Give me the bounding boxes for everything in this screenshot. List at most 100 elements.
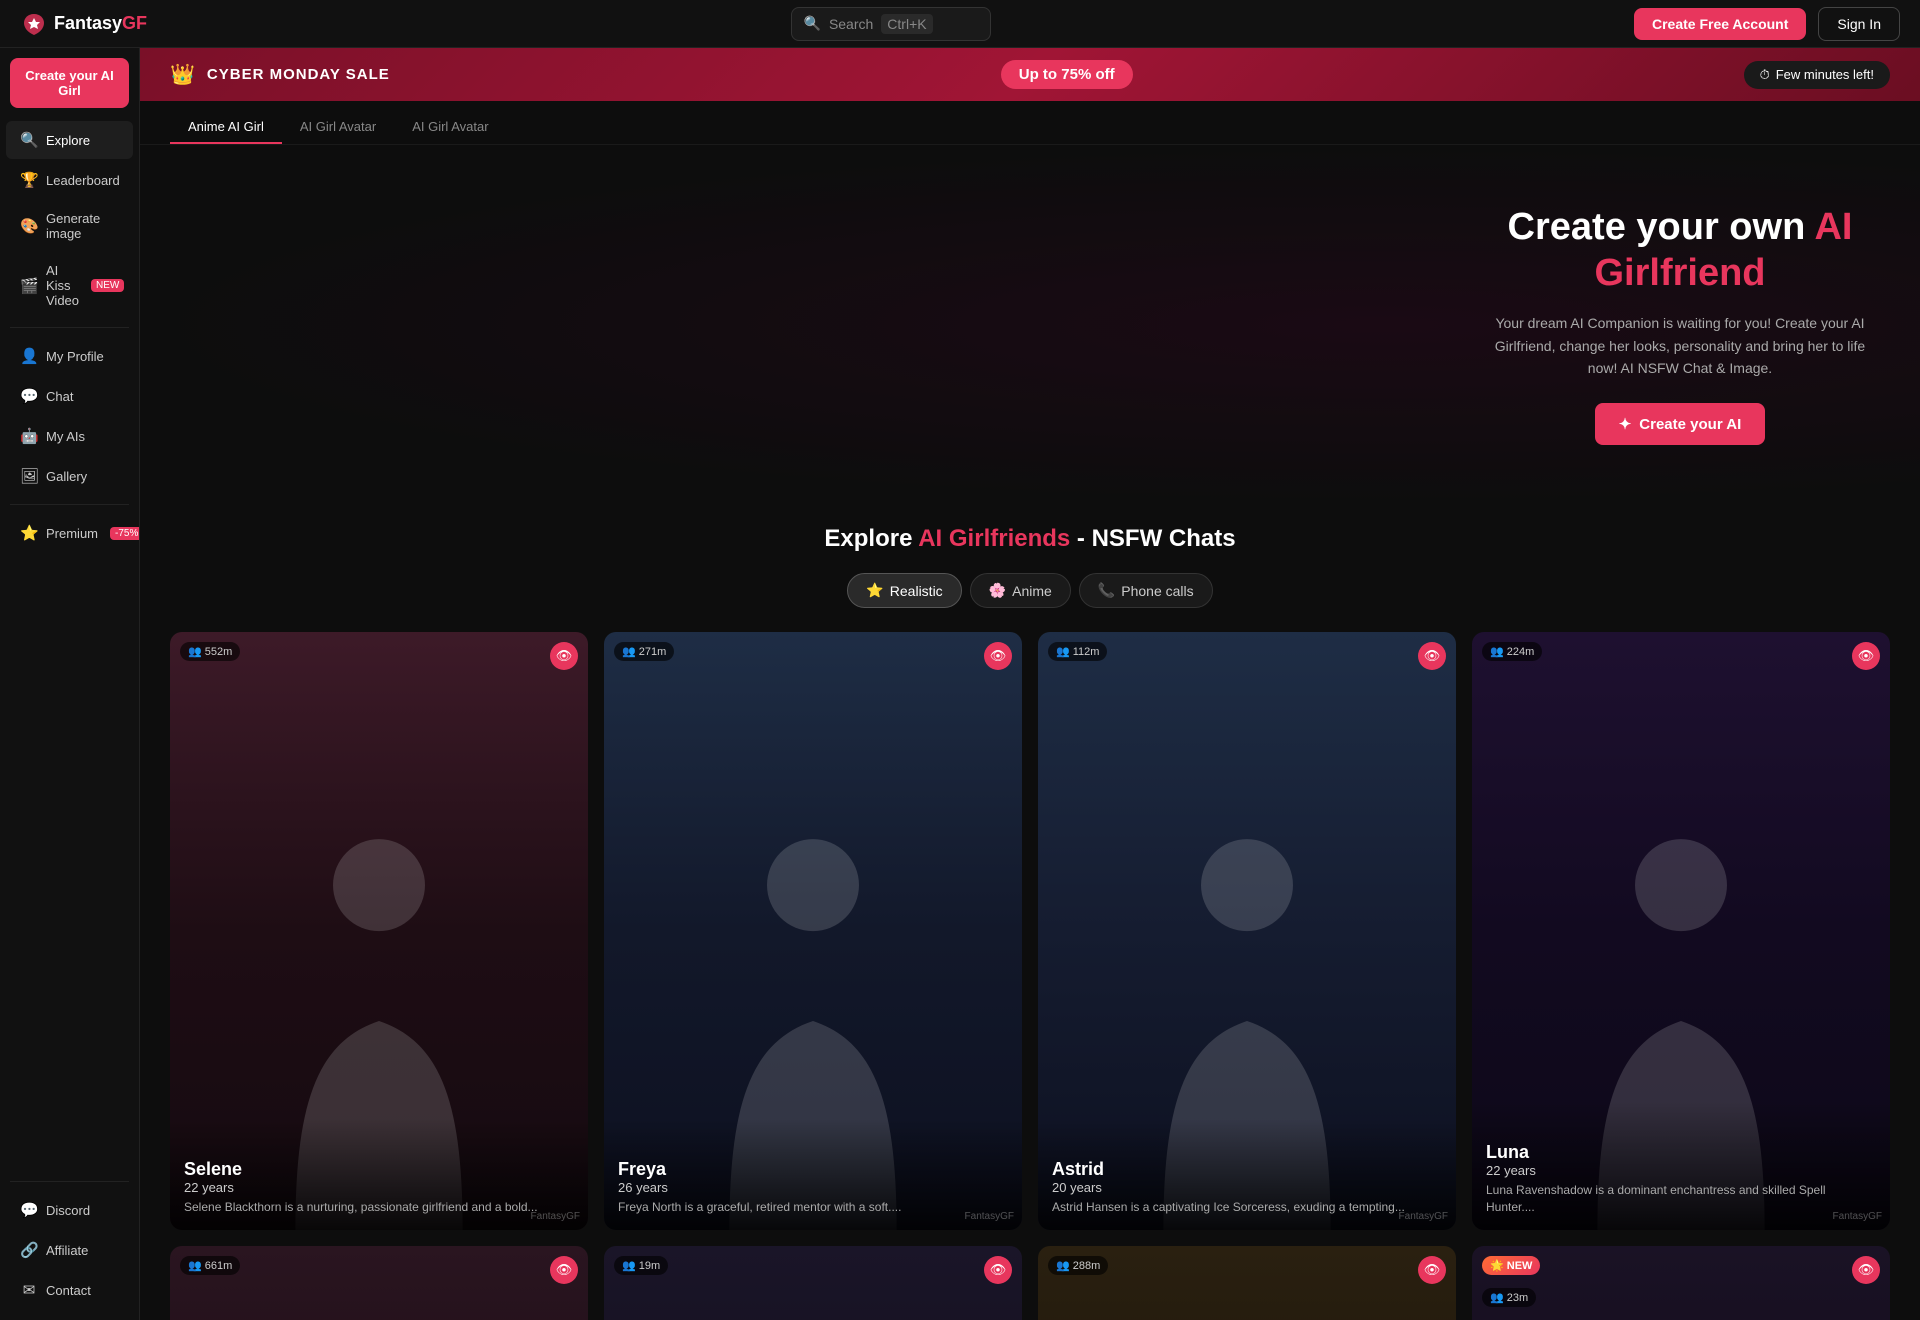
explore-icon: 🔍 [20, 131, 38, 149]
card-nyra[interactable]: 👥 19m 👁 Nyra 21 years FantasyGF [604, 1246, 1022, 1320]
sidebar-item-explore[interactable]: 🔍 Explore [6, 121, 133, 159]
category-tabs: Anime AI Girl AI Girl Avatar AI Girl Ava… [140, 101, 1920, 145]
chat-icon: 💬 [20, 387, 38, 405]
card-age-freya: 26 years [618, 1180, 1008, 1195]
hero-section: Create your own AI Girlfriend Your dream… [140, 145, 1920, 505]
watermark: FantasyGF [1833, 1211, 1882, 1222]
card-eye-freya[interactable]: 👁 [984, 642, 1012, 670]
sign-in-button[interactable]: Sign In [1818, 7, 1900, 41]
card-desc-freya: Freya North is a graceful, retired mento… [618, 1199, 1008, 1216]
discord-icon: 💬 [20, 1201, 38, 1219]
card-emilie[interactable]: 👥 661m 👁 Emilie 19 years FantasyGF [170, 1246, 588, 1320]
card-age-luna: 22 years [1486, 1163, 1876, 1178]
banner-sale-text: CYBER MONDAY SALE [207, 66, 390, 83]
card-selene[interactable]: 👥 552m 👁 Selene 22 years Selene Blacktho… [170, 632, 588, 1229]
logo-icon [20, 10, 48, 38]
card-overlay-astrid: Astrid 20 years Astrid Hansen is a capti… [1038, 1119, 1456, 1230]
search-placeholder: Search [829, 16, 873, 32]
sidebar-label-chat: Chat [46, 389, 73, 404]
sidebar-label-my-profile: My Profile [46, 349, 104, 364]
card-eye-aiko[interactable]: 👁 [1852, 1256, 1880, 1284]
phone-calls-icon: 📞 [1098, 582, 1115, 599]
card-name-freya: Freya [618, 1159, 1008, 1180]
card-desc-astrid: Astrid Hansen is a captivating Ice Sorce… [1052, 1199, 1442, 1216]
filter-tab-realistic[interactable]: ⭐ Realistic [847, 573, 961, 608]
create-ai-girl-button[interactable]: Create your AI Girl [10, 58, 129, 108]
sidebar: Create your AI Girl 🔍 Explore 🏆 Leaderbo… [0, 48, 140, 1320]
anime-icon: 🌸 [989, 582, 1006, 599]
watermark: FantasyGF [965, 1211, 1014, 1222]
card-juliette[interactable]: 👥 288m 👁 Juliette 21 years FantasyGF [1038, 1246, 1456, 1320]
cat-tab-anime-ai-girl[interactable]: Anime AI Girl [170, 111, 282, 144]
sidebar-label-generate-image: Generate image [46, 211, 119, 241]
sidebar-label-leaderboard: Leaderboard [46, 173, 120, 188]
timer-text: Few minutes left! [1776, 67, 1874, 82]
new-badge-aiko: 🌟 NEW [1482, 1256, 1540, 1275]
create-free-account-button[interactable]: Create Free Account [1634, 8, 1806, 40]
card-eye-nyra[interactable]: 👁 [984, 1256, 1012, 1284]
contact-icon: ✉ [20, 1281, 38, 1299]
card-desc-luna: Luna Ravenshadow is a dominant enchantre… [1486, 1182, 1876, 1216]
card-astrid[interactable]: 👥 112m 👁 Astrid 20 years Astrid Hansen i… [1038, 632, 1456, 1229]
realistic-icon: ⭐ [866, 582, 883, 599]
card-name-astrid: Astrid [1052, 1159, 1442, 1180]
sidebar-item-gallery[interactable]: 🖼 Gallery [6, 457, 133, 495]
explore-section: Explore AI Girlfriends - NSFW Chats ⭐ Re… [140, 505, 1920, 1320]
card-age-astrid: 20 years [1052, 1180, 1442, 1195]
watermark: FantasyGF [1399, 1211, 1448, 1222]
sidebar-label-discord: Discord [46, 1203, 90, 1218]
card-stat-selene: 👥 552m [180, 642, 240, 661]
sidebar-label-contact: Contact [46, 1283, 91, 1298]
sidebar-item-discord[interactable]: 💬 Discord [6, 1191, 133, 1229]
card-stat-luna: 👥 224m [1482, 642, 1542, 661]
card-name-selene: Selene [184, 1159, 574, 1180]
sidebar-item-chat[interactable]: 💬 Chat [6, 377, 133, 415]
card-eye-juliette[interactable]: 👁 [1418, 1256, 1446, 1284]
filter-tab-phone-calls[interactable]: 📞 Phone calls [1079, 573, 1213, 608]
search-bar[interactable]: 🔍 Search Ctrl+K [791, 7, 991, 41]
nav-right: Create Free Account Sign In [1634, 7, 1900, 41]
sidebar-divider-2 [10, 504, 129, 505]
filter-tab-anime[interactable]: 🌸 Anime [970, 573, 1071, 608]
sidebar-item-generate-image[interactable]: 🎨 Generate image [6, 201, 133, 251]
crown-icon: 👑 [170, 62, 195, 87]
gallery-icon: 🖼 [20, 467, 38, 485]
card-freya[interactable]: 👥 271m 👁 Freya 26 years Freya North is a… [604, 632, 1022, 1229]
create-your-ai-button[interactable]: ✦ Create your AI [1595, 403, 1766, 445]
card-eye-emilie[interactable]: 👁 [550, 1256, 578, 1284]
logo[interactable]: FantasyGF [20, 10, 147, 38]
card-stat-nyra: 👥 19m [614, 1256, 668, 1275]
card-stat-astrid: 👥 112m [1048, 642, 1107, 661]
sidebar-item-ai-kiss-video[interactable]: 🎬 AI Kiss Video NEW [6, 253, 133, 318]
logo-text: FantasyGF [54, 13, 147, 34]
sparkle-icon: ✦ [1619, 415, 1632, 433]
card-aiko[interactable]: 🌟 NEW 👁 👥 23m Aiko 19 years FantasyGF [1472, 1246, 1890, 1320]
sidebar-item-my-profile[interactable]: 👤 My Profile [6, 337, 133, 375]
cat-tab-ai-girl-avatar-2[interactable]: AI Girl Avatar [394, 111, 506, 144]
card-stat-juliette: 👥 288m [1048, 1256, 1108, 1275]
card-eye-luna[interactable]: 👁 [1852, 642, 1880, 670]
sidebar-label-premium: Premium [46, 526, 98, 541]
hero-subtitle: Your dream AI Companion is waiting for y… [1480, 312, 1880, 379]
card-luna[interactable]: 👥 224m 👁 Luna 22 years Luna Ravenshadow … [1472, 632, 1890, 1229]
sidebar-item-leaderboard[interactable]: 🏆 Leaderboard [6, 161, 133, 199]
sidebar-item-premium[interactable]: ⭐ Premium -75% [6, 514, 133, 552]
card-eye-astrid[interactable]: 👁 [1418, 642, 1446, 670]
premium-icon: ⭐ [20, 524, 38, 542]
promo-banner[interactable]: 👑 CYBER MONDAY SALE Up to 75% off ⏱ Few … [140, 48, 1920, 101]
card-eye-selene[interactable]: 👁 [550, 642, 578, 670]
banner-discount: Up to 75% off [1001, 60, 1133, 89]
card-overlay-selene: Selene 22 years Selene Blackthorn is a n… [170, 1119, 588, 1230]
hero-text: Create your own AI Girlfriend Your dream… [1480, 205, 1880, 445]
main-content: 👑 CYBER MONDAY SALE Up to 75% off ⏱ Few … [140, 48, 1920, 1320]
cat-tab-ai-girl-avatar-1[interactable]: AI Girl Avatar [282, 111, 394, 144]
sidebar-item-affiliate[interactable]: 🔗 Affiliate [6, 1231, 133, 1269]
timer-icon: ⏱ [1760, 67, 1770, 83]
sidebar-item-my-ais[interactable]: 🤖 My AIs [6, 417, 133, 455]
card-new-stat-aiko: 👥 23m [1482, 1288, 1536, 1307]
banner-left: 👑 CYBER MONDAY SALE [170, 62, 390, 87]
top-navigation: FantasyGF 🔍 Search Ctrl+K Create Free Ac… [0, 0, 1920, 48]
card-desc-selene: Selene Blackthorn is a nurturing, passio… [184, 1199, 574, 1216]
banner-timer: ⏱ Few minutes left! [1744, 61, 1890, 89]
sidebar-item-contact[interactable]: ✉ Contact [6, 1271, 133, 1309]
